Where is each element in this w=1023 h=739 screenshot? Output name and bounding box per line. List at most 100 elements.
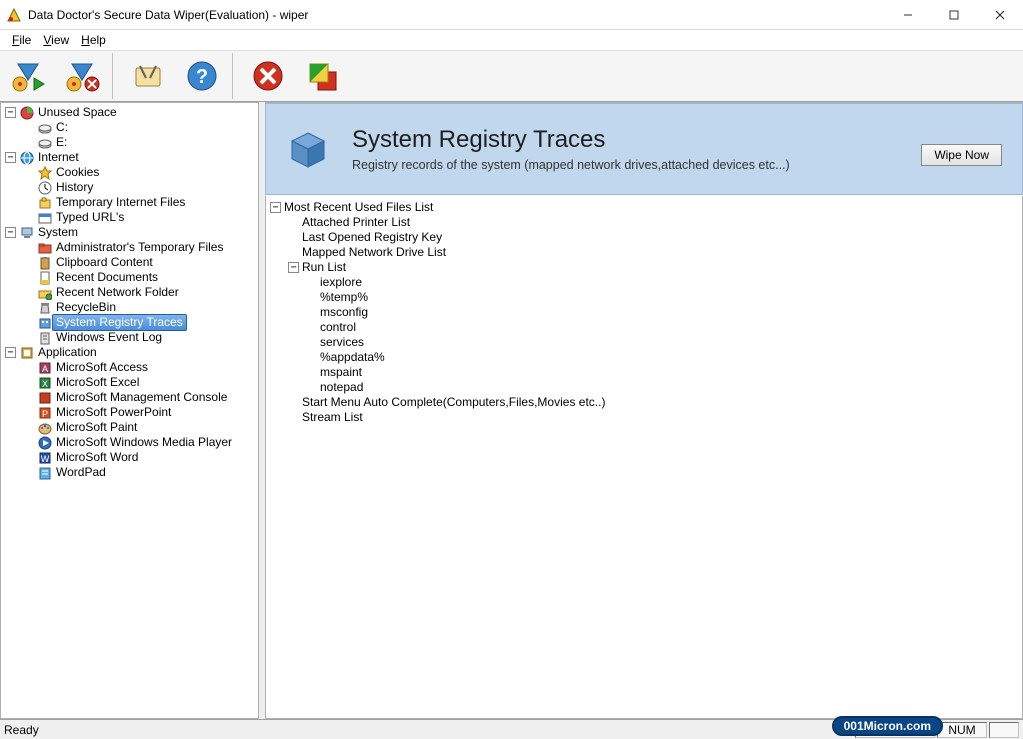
svg-text:P: P: [42, 409, 48, 419]
tree-item[interactable]: WMicroSoft Word: [23, 450, 258, 465]
tree-item[interactable]: MicroSoft Windows Media Player: [23, 435, 258, 450]
globe-icon: [19, 150, 35, 166]
tree-label: Typed URL's: [56, 210, 124, 225]
tree-item[interactable]: History: [23, 180, 258, 195]
tree-item[interactable]: RecycleBin: [23, 300, 258, 315]
url-icon: [37, 210, 53, 226]
detail-item[interactable]: Attached Printer List: [288, 215, 1018, 230]
toolbar-settings[interactable]: [122, 53, 174, 99]
computer-icon: [19, 225, 35, 241]
detail-tree[interactable]: −Most Recent Used Files ListAttached Pri…: [265, 196, 1023, 719]
word-icon: W: [37, 450, 53, 466]
wmp-icon: [37, 435, 53, 451]
tree-item[interactable]: System Registry Traces: [23, 315, 258, 330]
tree-item[interactable]: P MicroSoft PowerPoint: [23, 405, 258, 420]
tree-item[interactable]: AMicroSoft Access: [23, 360, 258, 375]
tree-label: History: [56, 180, 93, 195]
maximize-button[interactable]: [931, 0, 977, 30]
wipe-now-button[interactable]: Wipe Now: [921, 144, 1002, 166]
tree-item[interactable]: Windows Event Log: [23, 330, 258, 345]
toolbar-error[interactable]: [242, 53, 294, 99]
detail-root[interactable]: −Most Recent Used Files List: [270, 200, 1018, 215]
toolbar: ?: [0, 50, 1023, 102]
tree-group[interactable]: −Application: [5, 345, 258, 360]
star-icon: [37, 165, 53, 181]
tree-item[interactable]: Temporary Internet Files: [23, 195, 258, 210]
toolbar-wipe-stop[interactable]: [56, 53, 108, 99]
detail-item[interactable]: Stream List: [288, 410, 1018, 425]
detail-item[interactable]: Start Menu Auto Complete(Computers,Files…: [288, 395, 1018, 410]
tree-label: MicroSoft Paint: [56, 420, 137, 435]
tree-label: Unused Space: [38, 105, 117, 120]
tree-item[interactable]: Typed URL's: [23, 210, 258, 225]
content-banner: System Registry Traces Registry records …: [265, 103, 1023, 195]
drive-icon: [37, 135, 53, 151]
tree-item[interactable]: E:: [23, 135, 258, 150]
toolbar-layers[interactable]: [296, 53, 348, 99]
expander-icon[interactable]: −: [5, 107, 16, 118]
sidebar-tree[interactable]: −Unused SpaceC:E:−InternetCookiesHistory…: [0, 102, 259, 719]
tree-item[interactable]: C:: [23, 120, 258, 135]
excel-icon: X: [37, 375, 53, 391]
tree-item[interactable]: Clipboard Content: [23, 255, 258, 270]
tree-label: Internet: [38, 150, 79, 165]
clipboard-icon: [37, 255, 53, 271]
tree-group[interactable]: − Internet: [5, 150, 258, 165]
tree-label: WordPad: [56, 465, 106, 480]
expander-icon[interactable]: −: [270, 202, 281, 213]
detail-item[interactable]: %appdata%: [306, 350, 1018, 365]
svg-text:A: A: [42, 364, 48, 374]
titlebar: Data Doctor's Secure Data Wiper(Evaluati…: [0, 0, 1023, 30]
menu-help[interactable]: Help: [75, 33, 112, 47]
detail-item[interactable]: Last Opened Registry Key: [288, 230, 1018, 245]
tree-label: Temporary Internet Files: [56, 195, 185, 210]
tree-group[interactable]: − System: [5, 225, 258, 240]
tree-label: MicroSoft Word: [56, 450, 138, 465]
network-folder-icon: [37, 285, 53, 301]
expander-icon[interactable]: −: [288, 262, 299, 273]
close-button[interactable]: [977, 0, 1023, 30]
tree-item[interactable]: MicroSoft Paint: [23, 420, 258, 435]
expander-icon[interactable]: −: [5, 227, 16, 238]
detail-item[interactable]: services: [306, 335, 1018, 350]
tree-item[interactable]: MicroSoft Management Console: [23, 390, 258, 405]
expander-icon[interactable]: −: [5, 152, 16, 163]
folder-red-icon: [37, 240, 53, 256]
svg-text:X: X: [42, 379, 48, 389]
tree-label: System: [38, 225, 78, 240]
detail-item[interactable]: mspaint: [306, 365, 1018, 380]
svg-text:?: ?: [196, 66, 208, 88]
menu-view[interactable]: View: [37, 33, 75, 47]
detail-item[interactable]: msconfig: [306, 305, 1018, 320]
tree-item[interactable]: Administrator's Temporary Files: [23, 240, 258, 255]
tree-item[interactable]: X MicroSoft Excel: [23, 375, 258, 390]
toolbar-wipe-start[interactable]: [2, 53, 54, 99]
detail-item[interactable]: iexplore: [306, 275, 1018, 290]
tree-label: Cookies: [56, 165, 99, 180]
detail-item[interactable]: Mapped Network Drive List: [288, 245, 1018, 260]
app-icon: [19, 345, 35, 361]
tree-label: MicroSoft Windows Media Player: [56, 435, 232, 450]
tree-item[interactable]: Cookies: [23, 165, 258, 180]
tree-item[interactable]: Recent Network Folder: [23, 285, 258, 300]
minimize-button[interactable]: [885, 0, 931, 30]
toolbar-help[interactable]: ?: [176, 53, 228, 99]
wordpad-icon: [37, 465, 53, 481]
registry-icon: [37, 315, 53, 331]
detail-item[interactable]: control: [306, 320, 1018, 335]
detail-item[interactable]: %temp%: [306, 290, 1018, 305]
detail-item[interactable]: notepad: [306, 380, 1018, 395]
expander-icon[interactable]: −: [5, 347, 16, 358]
tree-label: MicroSoft PowerPoint: [56, 405, 171, 420]
tree-item[interactable]: WordPad: [23, 465, 258, 480]
tree-label: System Registry Traces: [52, 314, 187, 331]
detail-runlist[interactable]: −Run List: [288, 260, 1018, 275]
tree-label: MicroSoft Excel: [56, 375, 139, 390]
content-pane: System Registry Traces Registry records …: [265, 102, 1023, 719]
menu-file[interactable]: File: [6, 33, 37, 47]
app-icon: [6, 7, 22, 23]
recycle-icon: [37, 300, 53, 316]
tree-label: Clipboard Content: [56, 255, 153, 270]
tree-item[interactable]: Recent Documents: [23, 270, 258, 285]
tree-group[interactable]: − Unused Space: [5, 105, 258, 120]
